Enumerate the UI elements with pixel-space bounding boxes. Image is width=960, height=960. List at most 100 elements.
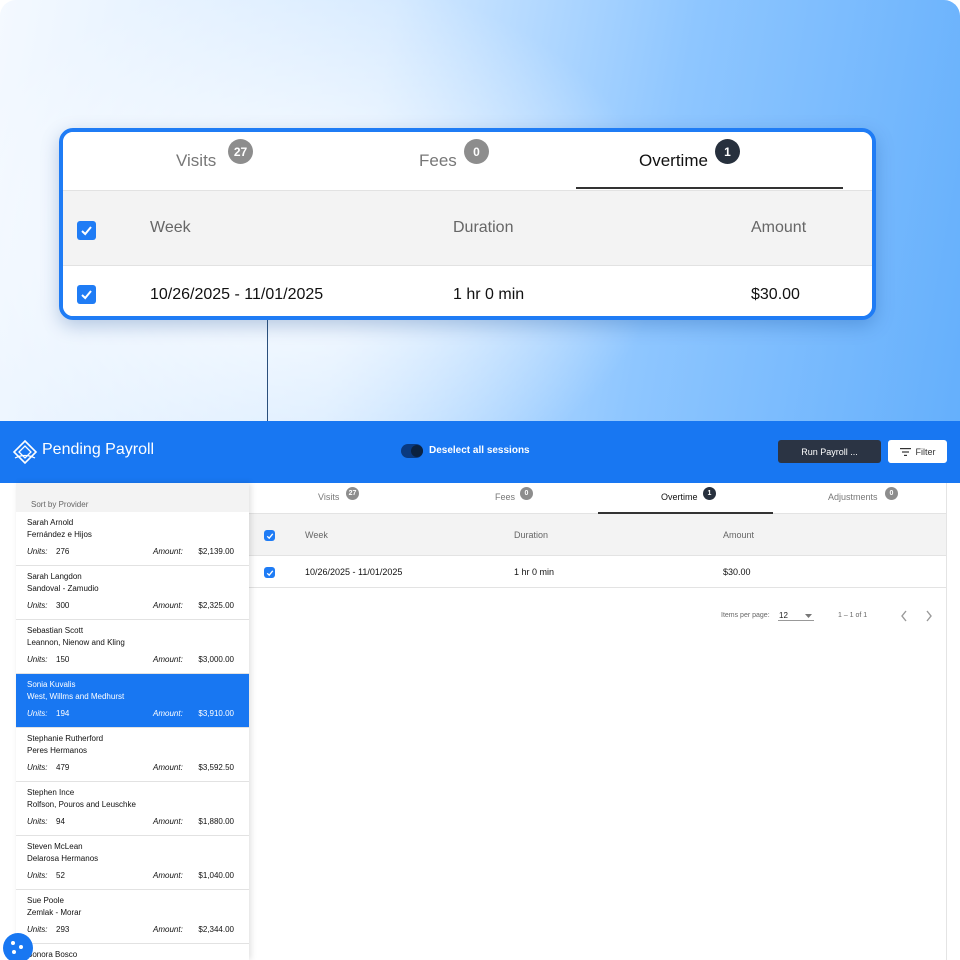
tab-bar: Visits 27 Fees 0 Overtime 1 Adjustments … [248, 483, 946, 514]
items-per-page-underline [778, 620, 814, 621]
chevron-down-icon[interactable] [805, 614, 812, 618]
zoom-tab-visits-label: Visits [176, 151, 217, 170]
list-item[interactable]: Sebastian Scott Leannon, Nienow and Klin… [16, 620, 249, 674]
check-icon [266, 532, 273, 539]
zoom-tab-overtime-badge: 1 [715, 139, 740, 164]
page-title: Pending Payroll [42, 441, 155, 458]
list-item[interactable]: Steven McLean Delarosa Hermanos Units: 5… [16, 836, 249, 890]
filter-icon [899, 447, 911, 456]
check-icon [81, 290, 92, 300]
provider-company: Leannon, Nienow and Kling [27, 638, 125, 647]
list-item[interactable]: Stephen Ince Rolfson, Pouros and Leuschk… [16, 782, 249, 836]
page-range: 1 – 1 of 1 [838, 612, 868, 619]
units-label: Units: [27, 817, 48, 826]
filter-label: Filter [915, 446, 936, 457]
amount-value: $2,325.00 [198, 601, 234, 610]
zoom-col-week[interactable]: Week [150, 219, 191, 237]
units-value: 194 [56, 709, 70, 718]
items-per-page-label: Items per page: [721, 612, 770, 619]
chevron-left-icon[interactable] [900, 610, 908, 622]
tab-overtime[interactable]: Overtime [661, 492, 698, 502]
provider-name: Steven McLean [27, 842, 83, 851]
row-amount: $30.00 [723, 566, 751, 577]
units-label: Units: [27, 709, 48, 718]
list-item[interactable]: Sonora Bosco [16, 944, 249, 960]
deselect-all-toggle[interactable] [401, 444, 423, 458]
zoom-col-amount[interactable]: Amount [751, 219, 806, 237]
amount-label: Amount: [153, 547, 183, 556]
zoom-tab-fees-badge: 0 [464, 139, 489, 164]
select-all-checkbox[interactable] [264, 530, 275, 541]
row-checkbox[interactable] [264, 567, 275, 578]
tab-fees[interactable]: Fees [495, 492, 515, 502]
tab-visits[interactable]: Visits [318, 492, 339, 502]
list-item[interactable]: Stephanie Rutherford Peres Hermanos Unit… [16, 728, 249, 782]
cookie-icon[interactable] [3, 933, 33, 960]
run-payroll-button[interactable]: Run Payroll ... [778, 440, 881, 463]
paginator: Items per page: 12 1 – 1 of 1 [248, 588, 946, 628]
tab-overtime-badge: 1 [703, 487, 716, 500]
zoom-tab-overtime-label: Overtime [639, 151, 708, 170]
zoom-tab-fees-label: Fees [419, 151, 457, 170]
units-value: 300 [56, 601, 70, 610]
zoom-tab-visits-badge: 27 [228, 139, 253, 164]
zoom-select-all-checkbox[interactable] [77, 221, 96, 240]
filter-button[interactable]: Filter [888, 440, 947, 463]
zoom-tab-active-indicator [576, 187, 843, 189]
units-value: 293 [56, 925, 70, 934]
list-item[interactable]: Sarah Arnold Fernández e Hijos Units: 27… [16, 512, 249, 566]
amount-value: $3,592.50 [198, 763, 234, 772]
units-label: Units: [27, 763, 48, 772]
cookie-chip [12, 950, 16, 954]
provider-company: Zemlak - Morar [27, 908, 82, 917]
zoom-col-duration[interactable]: Duration [453, 219, 513, 237]
units-value: 479 [56, 763, 70, 772]
row-week: 10/26/2025 - 11/01/2025 [305, 566, 403, 577]
provider-name: Stephanie Rutherford [27, 734, 104, 743]
tab-adjustments[interactable]: Adjustments [828, 492, 878, 502]
zoom-tab-overtime[interactable]: Overtime [639, 132, 708, 190]
units-label: Units: [27, 601, 48, 610]
amount-value: $3,910.00 [198, 709, 234, 718]
col-duration[interactable]: Duration [514, 530, 548, 540]
zoom-callout: Visits 27 Fees 0 Overtime 1 Week Duratio… [59, 128, 876, 320]
amount-label: Amount: [153, 763, 183, 772]
zoom-row-duration: 1 hr 0 min [453, 286, 525, 303]
table-row[interactable]: 10/26/2025 - 11/01/2025 1 hr 0 min $30.0… [248, 556, 946, 588]
deselect-all-label: Deselect all sessions [429, 445, 530, 456]
list-item-selected[interactable]: Sonia Kuvalis West, Willms and Medhurst … [16, 674, 249, 728]
toggle-knob [411, 445, 423, 457]
zoom-row-amount: $30.00 [751, 286, 800, 303]
provider-name: Sonora Bosco [27, 950, 78, 959]
units-value: 150 [56, 655, 70, 664]
zoom-tab-visits[interactable]: Visits [176, 132, 216, 190]
provider-company: Peres Hermanos [27, 746, 88, 755]
amount-label: Amount: [153, 871, 183, 880]
sessions-panel: Visits 27 Fees 0 Overtime 1 Adjustments … [248, 483, 947, 960]
zoom-table-header: Week Duration Amount [63, 190, 872, 266]
tab-visits-badge: 27 [346, 487, 359, 500]
amount-label: Amount: [153, 709, 183, 718]
items-per-page-select[interactable]: 12 [779, 611, 788, 620]
cookie-chip [11, 941, 15, 945]
check-icon [81, 226, 92, 236]
chevron-right-icon[interactable] [925, 610, 933, 622]
units-value: 52 [56, 871, 65, 880]
amount-label: Amount: [153, 601, 183, 610]
provider-company: Delarosa Hermanos [27, 854, 99, 863]
amount-value: $1,040.00 [198, 871, 234, 880]
col-amount[interactable]: Amount [723, 530, 754, 540]
list-item[interactable]: Sarah Langdon Sandoval - Zamudio Units: … [16, 566, 249, 620]
amount-label: Amount: [153, 655, 183, 664]
col-week[interactable]: Week [305, 530, 328, 540]
units-label: Units: [27, 655, 48, 664]
provider-name: Sarah Arnold [27, 518, 74, 527]
zoom-row-checkbox[interactable] [77, 285, 96, 304]
row-duration: 1 hr 0 min [514, 566, 555, 577]
amount-value: $2,344.00 [198, 925, 234, 934]
sort-label: Sort by Provider [31, 500, 89, 509]
tab-adjustments-badge: 0 [885, 487, 898, 500]
provider-name: Sarah Langdon [27, 572, 82, 581]
list-item[interactable]: Sue Poole Zemlak - Morar Units: 293 Amou… [16, 890, 249, 944]
zoom-tab-fees[interactable]: Fees [419, 132, 457, 190]
